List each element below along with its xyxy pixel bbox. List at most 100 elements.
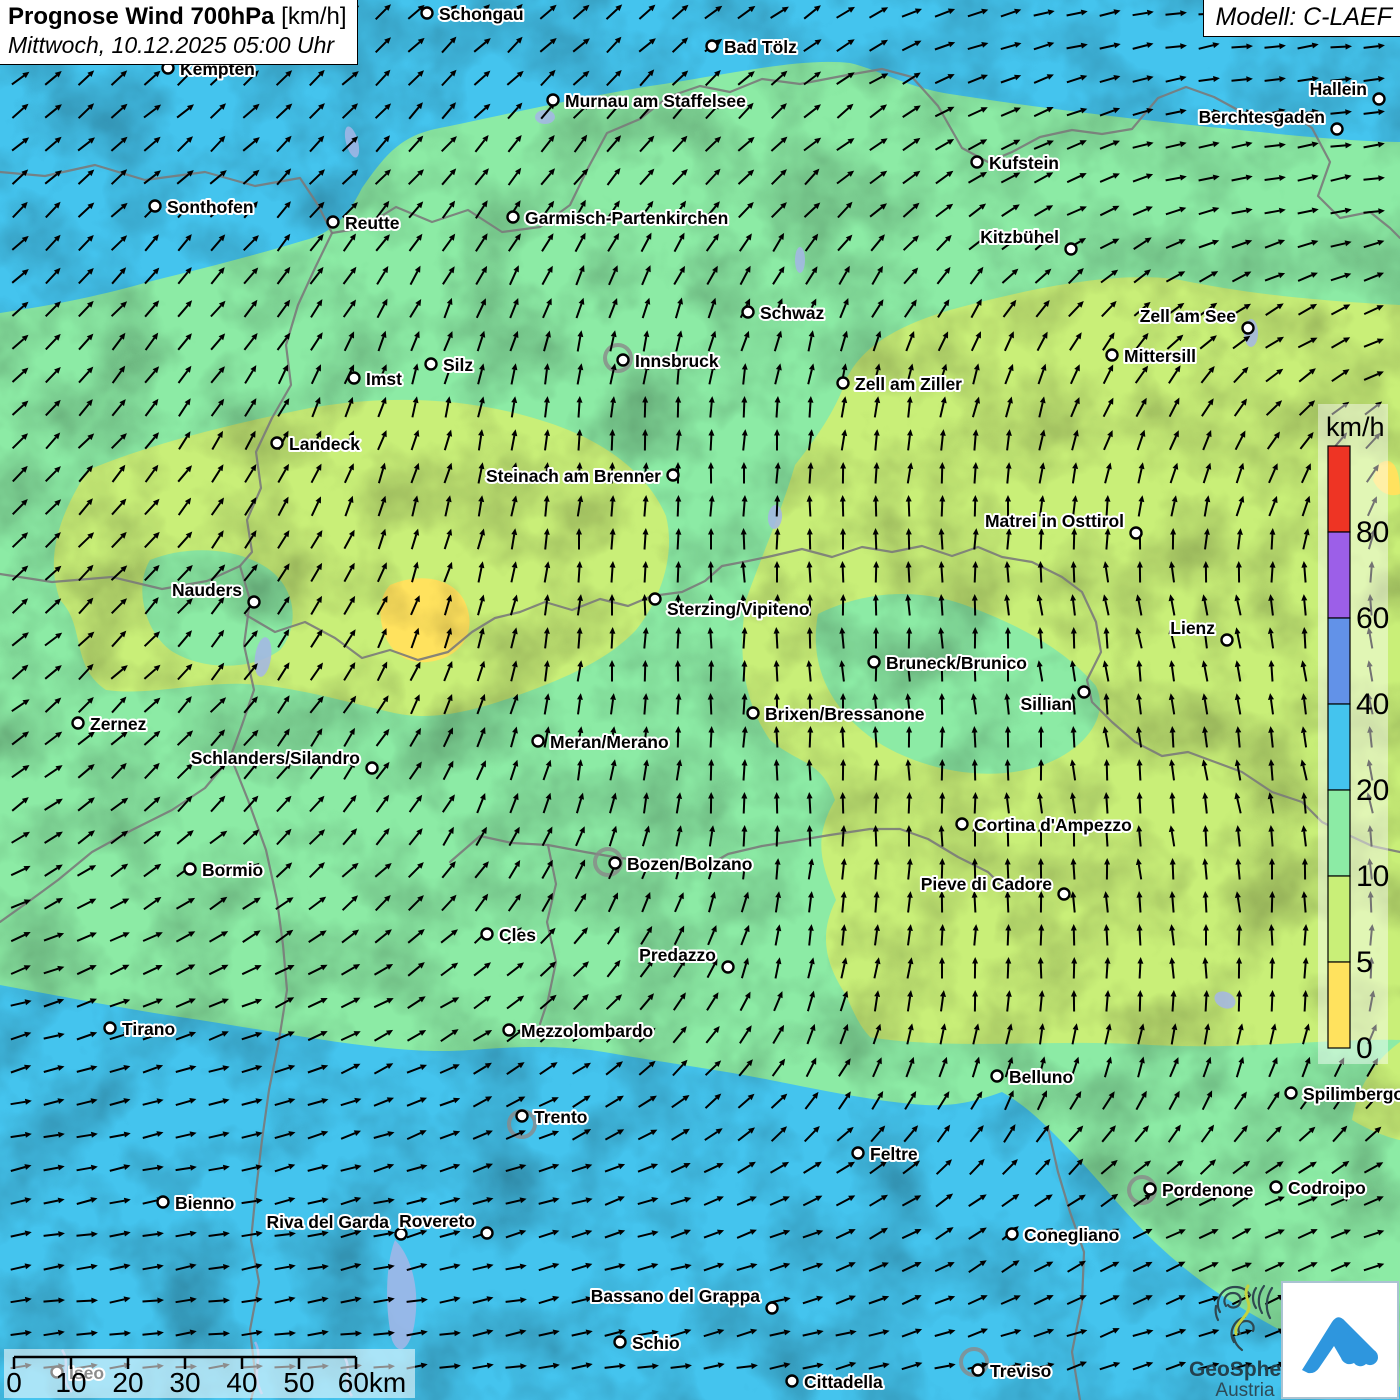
city-marker-dot [150, 201, 161, 212]
city-label: Pieve di Cadore [921, 874, 1053, 894]
city-marker-dot [668, 470, 679, 481]
city-label: Feltre [870, 1144, 918, 1164]
city-label: Lienz [1170, 618, 1215, 638]
city-marker-dot [185, 864, 196, 875]
city-marker-dot [1107, 350, 1118, 361]
city-murnau-am-staffelsee: Murnau am Staffelsee [548, 91, 747, 111]
distance-scale-bar: 0102030405060km [4, 1349, 415, 1398]
legend-boundary-label: 60 [1356, 602, 1389, 635]
legend-boundary-label: 80 [1356, 516, 1389, 549]
city-label: Hallein [1310, 79, 1367, 99]
city-label: Belluno [1009, 1067, 1073, 1087]
city-marker-dot [349, 373, 360, 384]
city-label: Innsbruck [635, 351, 719, 371]
city-label: Riva del Garda [266, 1212, 389, 1232]
city-label: Steinach am Brenner [486, 466, 661, 486]
geosphere-contour-icon [1212, 1284, 1278, 1354]
city-label: Cles [499, 925, 536, 945]
city-marker-dot [973, 1365, 984, 1376]
city-label: Brixen/Bressanone [765, 704, 925, 724]
city-marker-dot [1079, 687, 1090, 698]
city-marker-dot [1066, 244, 1077, 255]
city-marker-dot [869, 657, 880, 668]
city-label: Predazzo [639, 945, 716, 965]
city-marker-dot [73, 718, 84, 729]
city-label: Schwaz [760, 303, 824, 323]
scalebar-label: 10 [55, 1367, 86, 1398]
city-marker-dot [767, 1303, 778, 1314]
city-marker-dot [533, 736, 544, 747]
city-label: Garmisch-Partenkirchen [525, 208, 728, 228]
city-label: Nauders [172, 580, 242, 600]
legend-boundary-label: 10 [1356, 860, 1389, 893]
title-box: Prognose Wind 700hPa [km/h] Mittwoch, 10… [0, 0, 358, 65]
city-label: Conegliano [1024, 1225, 1119, 1245]
city-label: Bad Tölz [724, 37, 797, 57]
city-marker-dot [972, 157, 983, 168]
city-label: Zernez [90, 714, 147, 734]
model-label: Modell: C-LAEF [1203, 0, 1400, 37]
city-label: Sterzing/Vipiteno [667, 599, 810, 619]
city-marker-dot [1222, 635, 1233, 646]
city-marker-dot [1243, 323, 1254, 334]
legend-unit-label: km/h [1326, 412, 1385, 442]
legend-segment [1328, 532, 1350, 618]
city-marker-dot [650, 594, 661, 605]
city-marker-dot [957, 819, 968, 830]
city-zell-am-ziller: Zell am Ziller [838, 374, 963, 394]
city-marker-dot [272, 438, 283, 449]
city-marker-dot [618, 355, 629, 366]
city-bruneck-brunico: Bruneck/Brunico [869, 653, 1028, 673]
scalebar-label: 30 [169, 1367, 200, 1398]
city-marker-dot [743, 307, 754, 318]
city-label: Landeck [289, 434, 360, 454]
legend-boundary-label: 40 [1356, 688, 1389, 721]
city-label: Schlanders/Silandro [191, 748, 360, 768]
city-marker-dot [1332, 124, 1343, 135]
city-label: Trento [534, 1107, 587, 1127]
city-marker-dot [787, 1376, 798, 1387]
city-marker-dot [1059, 889, 1070, 900]
city-label: Cortina d'Ampezzo [974, 815, 1132, 835]
scalebar-label: 50 [283, 1367, 314, 1398]
city-marker-dot [328, 217, 339, 228]
city-label: Zell am Ziller [855, 374, 962, 394]
legend-boundary-label: 20 [1356, 774, 1389, 807]
wind-forecast-map: SchongauBad TölzKemptenMurnau am Staffel… [0, 0, 1400, 1400]
city-marker-dot [367, 763, 378, 774]
city-label: Mittersill [1124, 346, 1196, 366]
city-marker-dot [838, 378, 849, 389]
lake-achensee [795, 247, 805, 273]
city-label: Cittadella [804, 1372, 883, 1392]
legend-segment [1328, 446, 1350, 532]
city-label: Zell am See [1140, 306, 1237, 326]
city-marker-dot [508, 212, 519, 223]
legend-boundary-label: 0 [1356, 1032, 1373, 1065]
city-label: Pordenone [1162, 1180, 1254, 1200]
city-label: Meran/Merano [550, 732, 669, 752]
city-marker-dot [482, 1228, 493, 1239]
city-label: Bruneck/Brunico [886, 653, 1027, 673]
legend-segment [1328, 876, 1350, 962]
city-marker-dot [707, 41, 718, 52]
scalebar-label: 20 [112, 1367, 143, 1398]
city-bozen-bolzano: Bozen/Bolzano [610, 854, 753, 874]
city-label: Bassano del Grappa [591, 1286, 760, 1306]
city-marker-dot [615, 1337, 626, 1348]
city-cortina-d-ampezzo: Cortina d'Ampezzo [957, 815, 1132, 835]
city-marker-dot [1286, 1088, 1297, 1099]
city-label: Sonthofen [167, 197, 254, 217]
city-steinach-am-brenner: Steinach am Brenner [486, 466, 679, 486]
color-legend: km/h806040201050 [1318, 404, 1389, 1065]
city-marker-dot [1145, 1184, 1156, 1195]
partner-logo-box [1281, 1281, 1399, 1399]
city-label: Bienno [175, 1193, 234, 1213]
city-label: Matrei in Osttirol [985, 511, 1124, 531]
city-marker-dot [853, 1148, 864, 1159]
city-marker-dot [1374, 94, 1385, 105]
city-marker-dot [482, 929, 493, 940]
city-label: Schongau [439, 4, 524, 24]
city-brixen-bressanone: Brixen/Bressanone [748, 704, 925, 724]
city-garmisch-partenkirchen: Garmisch-Partenkirchen [508, 208, 729, 228]
city-label: Kitzbühel [980, 227, 1059, 247]
